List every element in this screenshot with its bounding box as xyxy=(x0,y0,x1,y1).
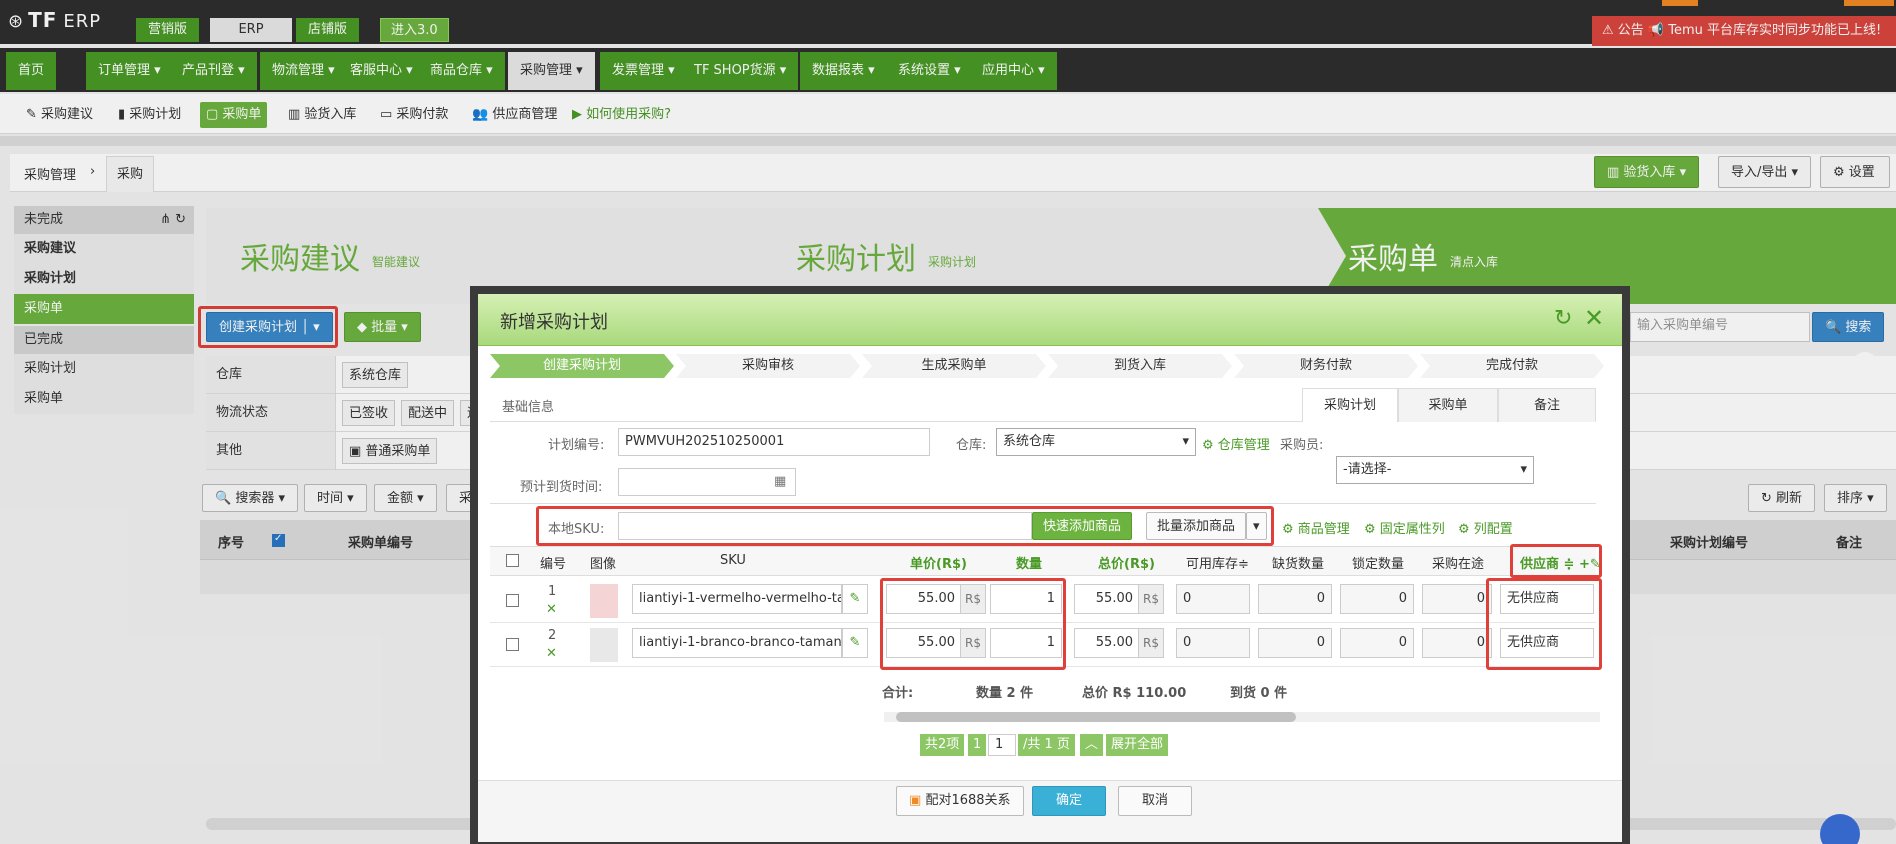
close-icon[interactable]: ✕ xyxy=(1584,304,1604,332)
col-no: 编号 xyxy=(540,557,567,572)
tab-plan[interactable]: 采购计划 xyxy=(1302,388,1398,422)
col-total: 总价(R$) xyxy=(1098,557,1155,572)
tab-remark[interactable]: 备注 xyxy=(1498,388,1596,422)
wizard-step-arrival: 到货入库 xyxy=(1048,354,1232,378)
buyer-label: 采购员: xyxy=(1280,438,1324,453)
tab-order[interactable]: 采购单 xyxy=(1398,388,1498,422)
basic-info-label: 基础信息 xyxy=(502,400,555,415)
currency-label: R$ xyxy=(960,628,986,658)
summary-amount: 总价 R$ 110.00 xyxy=(1082,686,1187,701)
match-1688-button[interactable]: ▣ 配对1688关系 xyxy=(896,786,1024,816)
summary-label: 合计: xyxy=(882,686,914,701)
sku-input[interactable] xyxy=(618,512,1032,540)
cancel-button[interactable]: 取消 xyxy=(1118,786,1192,816)
supplier-field[interactable]: 无供应商 xyxy=(1500,584,1594,614)
edit-icon[interactable]: ✎ xyxy=(1590,557,1601,572)
short-field: 0 xyxy=(1258,628,1332,658)
calendar-icon[interactable]: ▦ xyxy=(774,474,786,489)
qty-input[interactable]: 1 xyxy=(990,584,1062,614)
locked-field: 0 xyxy=(1340,584,1414,614)
quick-add-button[interactable]: 快速添加商品 xyxy=(1032,512,1133,540)
currency-label: R$ xyxy=(960,584,986,614)
wizard-step-complete: 完成付款 xyxy=(1420,354,1604,378)
pager-page-button[interactable]: 1 xyxy=(968,734,987,756)
wizard-step-generate: 生成采购单 xyxy=(862,354,1046,378)
product-mgmt-link[interactable]: ⚙ 商品管理 xyxy=(1282,518,1350,537)
qty-input[interactable]: 1 xyxy=(990,628,1062,658)
modal-header xyxy=(478,294,1622,346)
row-checkbox[interactable] xyxy=(506,594,519,607)
summary-qty: 数量 2 件 xyxy=(976,686,1034,701)
buyer-select[interactable]: -请选择- xyxy=(1336,456,1534,484)
wizard-step-create: 创建采购计划 xyxy=(490,354,674,378)
col-price: 单价(R$) xyxy=(910,557,967,572)
pager-expand-all[interactable]: 展开全部 xyxy=(1106,734,1169,756)
delete-icon[interactable]: ✕ xyxy=(546,646,557,661)
locked-field: 0 xyxy=(1340,628,1414,658)
currency-label: R$ xyxy=(1138,628,1164,658)
pager-collapse-icon[interactable]: ︿ xyxy=(1080,734,1104,756)
fixed-attr-link[interactable]: ⚙ 固定属性列 xyxy=(1364,518,1445,537)
eta-label: 预计到货时间: xyxy=(520,480,603,495)
match-icon: ▣ xyxy=(909,793,922,808)
short-field: 0 xyxy=(1258,584,1332,614)
pager-total: 共2项 xyxy=(920,734,965,756)
edit-sku-icon[interactable]: ✎ xyxy=(842,628,868,658)
col-qty: 数量 xyxy=(1016,557,1043,572)
supplier-field[interactable]: 无供应商 xyxy=(1500,628,1594,658)
transit-field: 0 xyxy=(1422,584,1492,614)
warehouse-mgmt-link[interactable]: ⚙ 仓库管理 xyxy=(1202,434,1270,453)
col-transit: 采购在途 xyxy=(1432,557,1485,572)
product-image xyxy=(590,584,618,618)
row-divider xyxy=(490,622,1596,623)
refresh-icon[interactable]: ↻ xyxy=(1554,306,1572,331)
stock-field: 0 xyxy=(1176,628,1250,658)
row-number: 1 xyxy=(548,584,557,599)
delete-icon[interactable]: ✕ xyxy=(546,602,557,617)
col-stock[interactable]: 可用库存≑ xyxy=(1186,553,1249,572)
modal-title: 新增采购计划 xyxy=(500,312,608,333)
warehouse-select[interactable]: 系统仓库 xyxy=(996,428,1196,456)
divider xyxy=(490,503,1596,504)
confirm-button[interactable]: 确定 xyxy=(1032,786,1106,816)
currency-label: R$ xyxy=(1138,584,1164,614)
warehouse-label: 仓库: xyxy=(956,438,987,453)
wizard-step-review: 采购审核 xyxy=(676,354,860,378)
stock-field: 0 xyxy=(1176,584,1250,614)
price-input[interactable]: 55.00 xyxy=(886,628,962,658)
sku-field[interactable]: liantiyi-1-branco-branco-tamanhoú xyxy=(632,628,842,658)
batch-add-button[interactable]: 批量添加商品 xyxy=(1146,512,1247,540)
product-table-header xyxy=(490,546,1596,576)
total-field: 55.00 xyxy=(1074,584,1140,614)
transit-field: 0 xyxy=(1422,628,1492,658)
batch-add-dropdown[interactable]: ▾ xyxy=(1246,512,1267,540)
col-image: 图像 xyxy=(590,557,617,572)
row-number: 2 xyxy=(548,628,557,643)
sku-label: 本地SKU: xyxy=(548,522,605,537)
col-sku: SKU xyxy=(720,553,746,568)
row-checkbox[interactable] xyxy=(506,638,519,651)
col-locked: 锁定数量 xyxy=(1352,557,1405,572)
col-supplier[interactable]: 供应商 ≑ +✎ xyxy=(1520,553,1601,572)
pager-of: /共 1 页 xyxy=(1018,734,1075,756)
col-short: 缺货数量 xyxy=(1272,557,1325,572)
add-icon[interactable]: + xyxy=(1579,557,1590,572)
wizard-step-finance: 财务付款 xyxy=(1234,354,1418,378)
pager-page-input[interactable]: 1 xyxy=(988,734,1016,756)
select-all-products-checkbox[interactable] xyxy=(506,554,519,567)
edit-sku-icon[interactable]: ✎ xyxy=(842,584,868,614)
scrollbar-thumb[interactable] xyxy=(896,712,1296,722)
plan-no-label: 计划编号: xyxy=(548,438,605,453)
plan-no-input[interactable]: PWMVUH202510250001 xyxy=(618,428,930,456)
summary-arrived: 到货 0 件 xyxy=(1230,686,1288,701)
price-input[interactable]: 55.00 xyxy=(886,584,962,614)
eta-date-input[interactable] xyxy=(618,468,796,496)
sku-field[interactable]: liantiyi-1-vermelho-vermelho-tamar xyxy=(632,584,842,614)
product-image xyxy=(590,628,618,662)
row-divider xyxy=(490,666,1596,667)
column-config-link[interactable]: ⚙ 列配置 xyxy=(1458,518,1513,537)
table-scrollbar[interactable] xyxy=(884,712,1600,722)
total-field: 55.00 xyxy=(1074,628,1140,658)
